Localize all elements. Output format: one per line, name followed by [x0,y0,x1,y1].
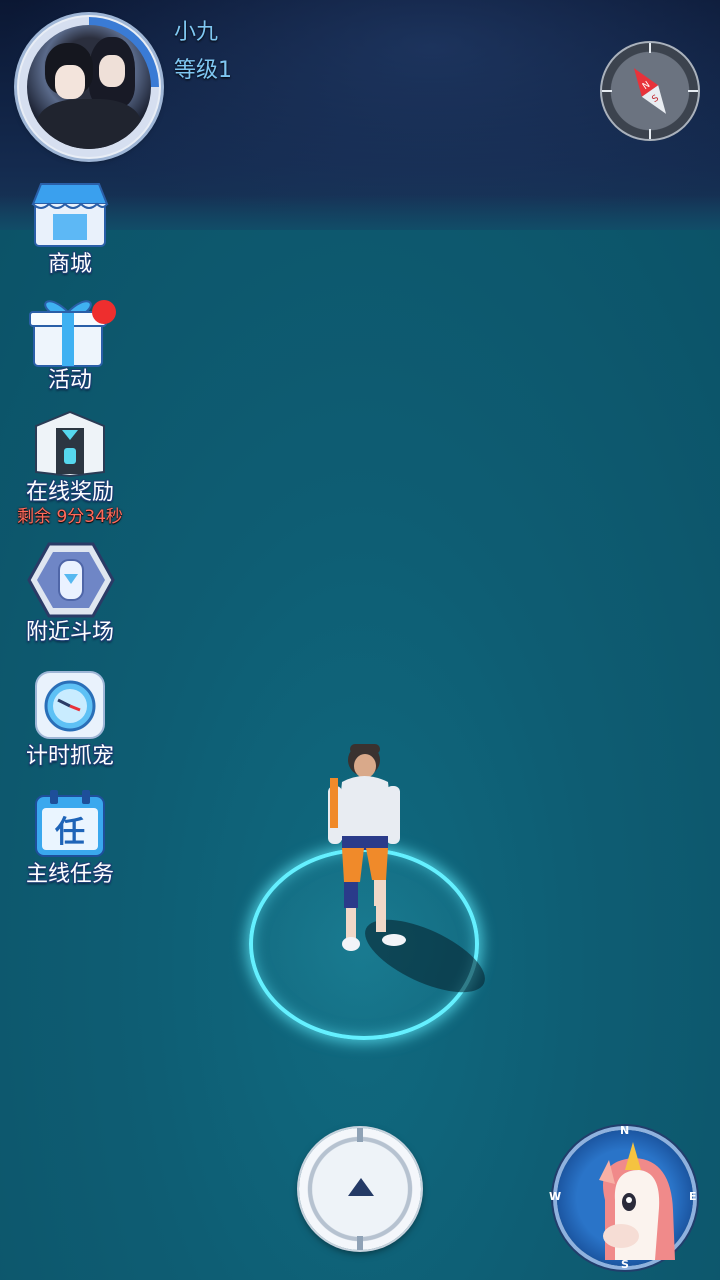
pet-radar[interactable]: N S W E [549,1124,697,1271]
radar-west: W [549,1190,562,1203]
menu-shop-label: 商城 [47,252,92,277]
move-forward-button[interactable] [299,1128,421,1250]
menu-nearby-arena[interactable]: 附近斗场 [0,540,140,645]
player-name: 小九 [174,20,219,45]
menu-online-reward[interactable]: 在线奖励 剩余 9分34秒 [0,408,140,528]
player-level: 等级1 [174,58,232,83]
quest-calendar-icon: 任 [35,790,105,857]
notification-badge [92,300,116,324]
menu-nearby-arena-label: 附近斗场 [25,620,114,645]
svg-text:任: 任 [54,815,85,850]
radar-east: E [689,1190,697,1203]
up-arrow-icon [348,1178,374,1196]
menu-timed-catch-label: 计时抓宠 [25,744,114,769]
menu-shop[interactable]: 商城 [0,180,140,277]
radar-north: N [620,1124,630,1137]
stopwatch-icon [35,671,105,739]
avatar-image [27,25,151,149]
menu-main-quest-label: 主线任务 [25,862,114,887]
gift-icon [29,300,116,367]
shop-icon [31,183,109,247]
compass-icon[interactable]: N S [600,41,700,141]
pet-unicorn-icon [599,1142,675,1260]
arena-icon [27,542,115,618]
menu-events[interactable]: 活动 [0,290,140,393]
compass-needle: N S [633,68,667,114]
menu-timed-catch[interactable]: 计时抓宠 [0,668,140,769]
player-character[interactable] [320,740,410,960]
online-reward-timer: 剩余 9分34秒 [17,507,123,527]
menu-events-label: 活动 [47,368,92,393]
menu-main-quest[interactable]: 任 主线任务 [0,786,140,887]
reward-chest-icon [35,410,105,478]
player-avatar[interactable] [17,15,161,159]
